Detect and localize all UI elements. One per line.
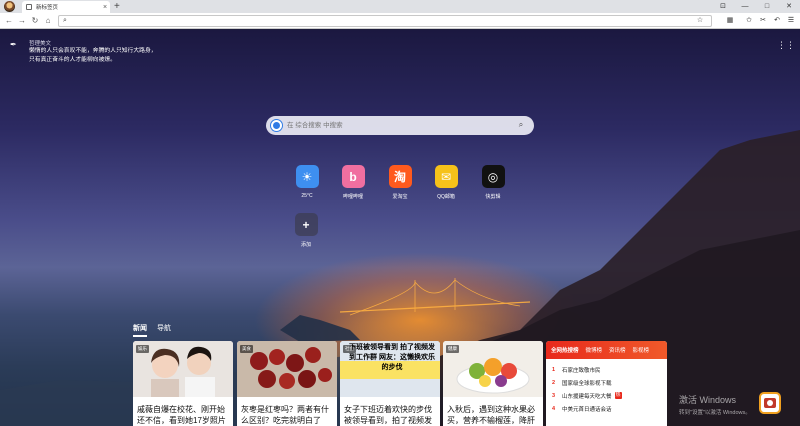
apps-grid-icon[interactable]: ⋮⋮ [777, 40, 795, 50]
floating-camera-button[interactable] [759, 392, 781, 414]
shortcut-label: 爱淘宝 [392, 194, 408, 200]
search-box[interactable]: ⌕ [266, 116, 534, 135]
refresh-button[interactable]: ↻ [29, 15, 41, 27]
activation-title: 激活 Windows [679, 395, 737, 405]
camera-icon [764, 398, 776, 408]
restore-icon[interactable]: ⊡ [712, 0, 734, 13]
windows-activation-watermark: 激活 Windows 转到"设置"以激活 Windows。 [679, 393, 751, 416]
hot-item[interactable]: 2 国家级全球影视下载 [546, 376, 667, 389]
shortcut-weather[interactable]: ☀ 25°C [290, 165, 324, 199]
quote-text: 懒惰的人只会哀叹不能，奔腾的人只知行大路身，只有真正奋斗的人才能柳向被燎。 [29, 48, 157, 63]
hot-text: 山东援建每天吃大餐 [562, 393, 612, 400]
tab-close-icon[interactable]: × [100, 4, 110, 11]
tab-news-rank[interactable]: 资讯榜 [609, 346, 626, 354]
activation-subtitle: 转到"设置"以激活 Windows。 [679, 410, 751, 416]
hot-rank: 3 [552, 392, 556, 399]
hot-text: 中美元首日通话会话 [562, 406, 612, 413]
plus-icon: + [294, 213, 318, 236]
shortcut-label: 添加 [300, 242, 311, 248]
search-icon[interactable]: ⌕ [515, 119, 527, 131]
page-icon [26, 4, 32, 10]
hot-item[interactable]: 4 中美元首日通话会话 [546, 402, 667, 415]
quill-icon[interactable]: ✒ [10, 40, 19, 49]
new-tab-button[interactable]: + [114, 0, 120, 13]
new-tab-page: ✒ 哲理美文 懒惰的人只会哀叹不能，奔腾的人只知行大路身，只有真正奋斗的人才能柳… [0, 30, 800, 426]
news-title[interactable]: 女子下班迈着欢快的步伐被领导看到，拍了视频发 [344, 404, 438, 426]
video-edit-icon: ◎ [481, 165, 505, 188]
window-controls: ⊡ — □ ✕ [712, 0, 800, 13]
hot-text: 国家级全球影视下载 [562, 380, 612, 387]
hot-item[interactable]: 1 石家庄致敬市民 [546, 363, 667, 376]
tab-weibo[interactable]: 微博榜 [586, 346, 603, 354]
tab-title: 新标签页 [36, 5, 59, 11]
forward-button[interactable]: → [16, 15, 28, 27]
star-icon[interactable]: ☆ [694, 15, 706, 27]
shortcut-label: 哔哩哔哩 [342, 194, 363, 200]
hot-rank: 4 [552, 405, 556, 412]
minimize-button[interactable]: — [734, 0, 756, 13]
tab-film-rank[interactable]: 影视榜 [633, 346, 650, 354]
tab-news[interactable]: 新闻 [133, 323, 147, 337]
news-card[interactable]: 健康 入秋后，遇到这种水果必买，营养不输榴莲，降肝火 [443, 341, 543, 426]
menu-icon[interactable]: ☰ [785, 15, 797, 27]
search-input[interactable] [287, 119, 507, 132]
shortcut-label: 快剪辑 [485, 194, 501, 200]
mail-icon: ✉ [434, 165, 458, 188]
home-button[interactable]: ⌂ [42, 15, 54, 27]
close-window-button[interactable]: ✕ [778, 0, 800, 13]
tab-strip: 新标签页 × + ⊡ — □ ✕ [0, 0, 800, 13]
back-button[interactable]: ← [3, 15, 15, 27]
browser-toolbar: ← → ↻ ⌂ ⌕ ☆ ▦ ✩ ✂ ↶ ☰ [0, 13, 800, 29]
search-icon: ⌕ [63, 17, 67, 24]
hot-rank: 1 [552, 366, 556, 373]
news-title[interactable]: 戚薇自爆在校花、刚开始还不信，看到她17岁照片 [137, 404, 231, 426]
news-card[interactable]: 社会 下班被领导看到 拍了视频发到工作群 网友：这懒换欢乐的步伐 女子下班迈着欢… [340, 341, 440, 426]
tab-navigation[interactable]: 导航 [157, 323, 171, 337]
shortcut-bilibili[interactable]: b 哔哩哔哩 [336, 165, 370, 200]
hot-text: 石家庄致敬市民 [562, 367, 601, 374]
category-badge: 娱乐 [136, 345, 149, 353]
address-input[interactable] [73, 17, 673, 26]
shortcut-label: 25°C [301, 193, 313, 199]
image-caption: 下班被领导看到 拍了视频发到工作群 网友：这懒换欢乐的步伐 [349, 344, 435, 371]
address-bar[interactable]: ⌕ [58, 15, 712, 27]
news-title[interactable]: 入秋后，遇到这种水果必买，营养不输榴莲，降肝火 [447, 404, 541, 426]
hot-search-panel: 全网热搜榜 微博榜 资讯榜 影视榜 1 石家庄致敬市民 2 国家级全球影视下载 … [546, 341, 667, 426]
shortcut-taobao[interactable]: 淘 爱淘宝 [383, 165, 417, 200]
taobao-icon: 淘 [388, 165, 412, 188]
shortcut-qqmail[interactable]: ✉ QQ邮箱 [429, 165, 463, 200]
shortcut-label: QQ邮箱 [437, 194, 455, 200]
bilibili-icon: b [341, 165, 365, 188]
cut-icon[interactable]: ✂ [757, 15, 769, 27]
maximize-button[interactable]: □ [756, 0, 778, 13]
undo-icon[interactable]: ↶ [771, 15, 783, 27]
bookmarks-icon[interactable]: ✩ [743, 15, 755, 27]
hot-badge: 热 [614, 392, 622, 399]
tab-all-hot[interactable]: 全网热搜榜 [551, 346, 579, 354]
shortcut-kuaijianji[interactable]: ◎ 快剪辑 [476, 165, 510, 200]
user-avatar[interactable] [4, 1, 15, 12]
hot-tabs: 全网热搜榜 微博榜 资讯榜 影视榜 [546, 341, 667, 359]
grid-icon[interactable]: ▦ [724, 15, 736, 27]
news-card[interactable]: 娱乐 戚薇自爆在校花、刚开始还不信，看到她17岁照片 [133, 341, 233, 426]
category-badge: 健康 [446, 345, 459, 353]
sun-icon: ☀ [295, 165, 319, 188]
search-engine-icon[interactable] [271, 120, 282, 131]
add-shortcut-button[interactable]: + 添加 [289, 213, 323, 248]
news-title[interactable]: 灰枣是红枣吗？两者有什么区别？吃完就明白了 [241, 404, 335, 426]
category-badge: 美食 [240, 345, 253, 353]
hot-item[interactable]: 3 山东援建每天吃大餐 热 [546, 389, 667, 402]
news-tabs: 新闻 导航 [133, 323, 171, 337]
hot-rank: 2 [552, 379, 556, 386]
quote-title: 哲理美文 [29, 41, 52, 47]
tab-new-tab[interactable]: 新标签页 × [22, 1, 110, 13]
news-card[interactable]: 美食 灰枣是红枣吗？两者有什么区别？吃完就明白了 [237, 341, 337, 426]
